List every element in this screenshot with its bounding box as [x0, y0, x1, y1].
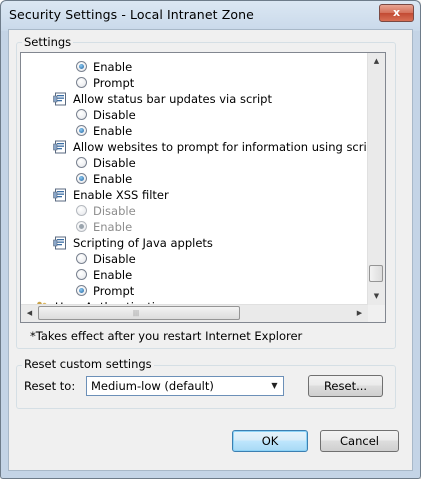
radio-selected-icon[interactable] — [76, 173, 87, 184]
reset-button[interactable]: Reset... — [308, 375, 383, 397]
setting-category: Allow websites to prompt for information… — [21, 139, 385, 155]
cancel-button[interactable]: Cancel — [320, 430, 399, 452]
radio-selected-icon[interactable] — [76, 61, 87, 72]
radio-empty-icon[interactable] — [76, 269, 87, 280]
chevron-down-icon[interactable]: ▼ — [266, 377, 283, 395]
radio-label: Enable — [93, 124, 133, 138]
radio-label: Disable — [93, 204, 136, 218]
scroll-grip-icon: ||| — [133, 310, 140, 317]
setting-category: Scripting of Java applets — [21, 235, 381, 251]
scroll-down-arrow[interactable]: ▼ — [368, 288, 385, 305]
settings-group-label: Settings — [22, 35, 74, 49]
settings-tree[interactable]: Enable Prompt Allow status bar updates via… — [20, 52, 386, 323]
horizontal-scroll-thumb[interactable]: ||| — [38, 306, 240, 320]
vertical-scrollbar[interactable]: ▲ ▼ — [367, 53, 385, 305]
radio-option-prompt[interactable]: Prompt — [21, 283, 381, 299]
radio-option-disable[interactable]: Disable — [21, 107, 381, 123]
radio-option-enable[interactable]: Enable — [21, 219, 381, 235]
radio-selected-icon[interactable] — [76, 125, 87, 136]
setting-category: Enable XSS filter — [21, 187, 381, 203]
radio-label: Prompt — [93, 76, 135, 90]
radio-label: Enable — [93, 60, 133, 74]
radio-empty-icon[interactable] — [76, 253, 87, 264]
radio-option-enable[interactable]: Enable — [21, 123, 381, 139]
scroll-right-arrow[interactable]: ▶ — [351, 305, 368, 322]
radio-option-prompt[interactable]: Prompt — [21, 75, 381, 91]
setting-category-label: Scripting of Java applets — [73, 236, 213, 250]
scroll-left-arrow[interactable]: ◀ — [21, 305, 38, 322]
script-settings-icon — [53, 140, 67, 154]
radio-label: Enable — [93, 220, 133, 234]
radio-empty-icon[interactable] — [76, 77, 87, 88]
horizontal-scrollbar[interactable]: ◀ ||| ▶ — [21, 304, 368, 322]
radio-option-enable[interactable]: Enable — [21, 267, 381, 283]
radio-label: Disable — [93, 252, 136, 266]
script-settings-icon — [53, 188, 67, 202]
close-button[interactable]: x — [379, 4, 414, 22]
radio-selected-icon[interactable] — [76, 221, 87, 232]
radio-empty-icon[interactable] — [76, 157, 87, 168]
restart-footnote: *Takes effect after you restart Internet… — [30, 329, 303, 343]
scrollbar-corner — [368, 305, 385, 322]
vertical-scroll-thumb[interactable] — [369, 265, 383, 282]
window-title: Security Settings - Local Intranet Zone — [9, 7, 254, 22]
radio-option-disable[interactable]: Disable — [21, 155, 381, 171]
reset-level-select[interactable]: Medium-low (default) ▼ — [86, 376, 284, 396]
radio-option-disable[interactable]: Disable — [21, 251, 381, 267]
reset-group-label: Reset custom settings — [22, 357, 154, 371]
radio-label: Prompt — [93, 284, 135, 298]
radio-label: Enable — [93, 268, 133, 282]
ok-button[interactable]: OK — [232, 430, 308, 452]
radio-selected-icon[interactable] — [76, 285, 87, 296]
radio-empty-icon[interactable] — [76, 109, 87, 120]
script-settings-icon — [53, 236, 67, 250]
setting-category-label: Allow status bar updates via script — [73, 92, 272, 106]
radio-option-enable[interactable]: Enable — [21, 171, 381, 187]
radio-label: Disable — [93, 156, 136, 170]
radio-empty-icon[interactable] — [76, 205, 87, 216]
setting-category: Allow status bar updates via script — [21, 91, 381, 107]
radio-label: Enable — [93, 172, 133, 186]
radio-label: Disable — [93, 108, 136, 122]
radio-option-disable[interactable]: Disable — [21, 203, 381, 219]
setting-category-label: Allow websites to prompt for information… — [73, 140, 385, 154]
reset-level-value: Medium-low (default) — [91, 379, 214, 393]
setting-category-label: Enable XSS filter — [73, 188, 169, 202]
radio-option-enable[interactable]: Enable — [21, 59, 381, 75]
scroll-up-arrow[interactable]: ▲ — [368, 53, 385, 70]
reset-to-label: Reset to: — [24, 379, 76, 393]
script-settings-icon — [53, 92, 67, 106]
